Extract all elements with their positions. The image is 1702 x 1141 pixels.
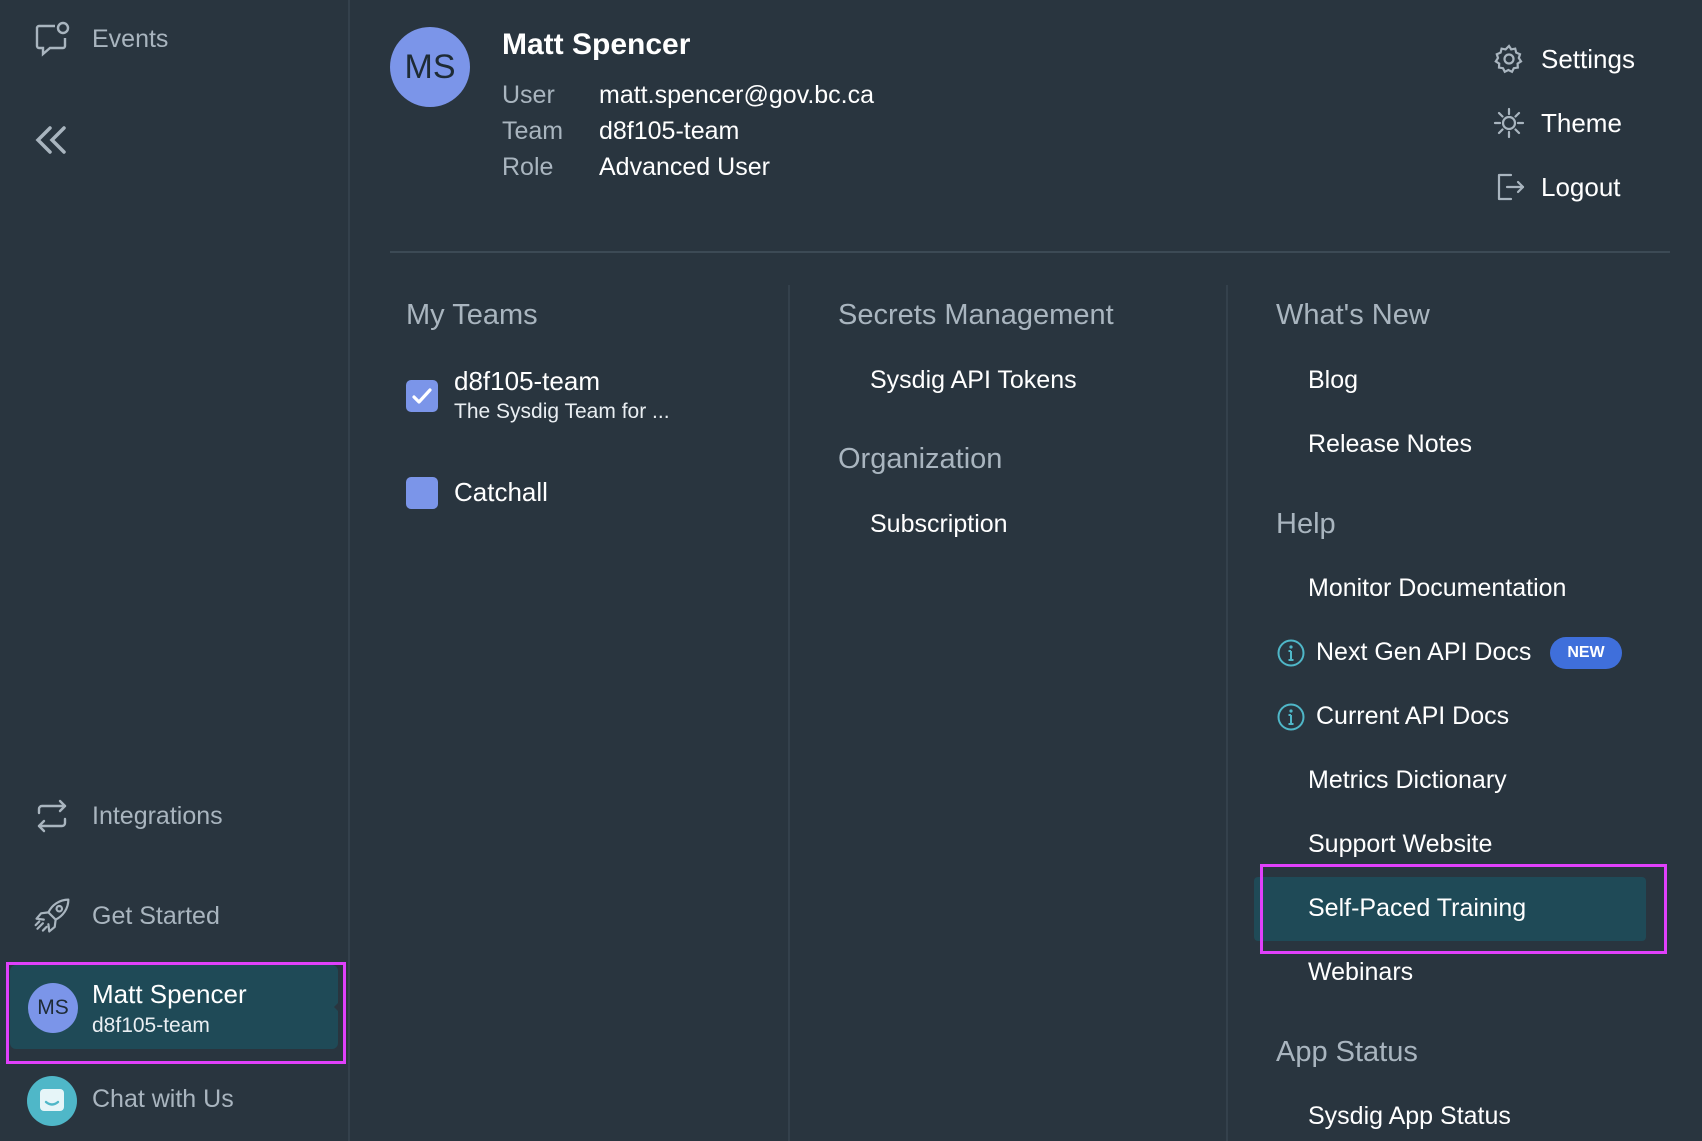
nav-events[interactable]: Events <box>0 9 340 69</box>
secrets-title: Secrets Management <box>838 299 1114 331</box>
profile-team-label: Team <box>502 117 564 145</box>
current-api-link[interactable]: Current API Docs <box>1316 702 1509 731</box>
team-checkbox[interactable] <box>406 380 438 412</box>
nav-get-started[interactable]: Get Started <box>0 886 340 946</box>
profile-avatar: MS <box>390 27 470 107</box>
profile-team-row: Team d8f105-team <box>502 117 739 146</box>
team-checkbox[interactable] <box>406 477 438 509</box>
nav-get-started-label: Get Started <box>92 901 220 930</box>
nav-integrations[interactable]: Integrations <box>0 786 340 846</box>
profile-role-row: Role Advanced User <box>502 153 770 182</box>
integrations-icon <box>32 796 72 836</box>
subscription-link[interactable]: Subscription <box>870 510 1008 539</box>
team-description: The Sysdig Team for ... <box>454 400 670 423</box>
theme-button[interactable]: Theme <box>1492 101 1622 145</box>
metrics-dictionary-link[interactable]: Metrics Dictionary <box>1308 766 1507 795</box>
my-teams-title: My Teams <box>406 299 538 331</box>
support-website-link[interactable]: Support Website <box>1308 830 1492 859</box>
new-badge: NEW <box>1550 637 1622 669</box>
profile-role-value: Advanced User <box>599 153 770 181</box>
nav-chat[interactable]: Chat with Us <box>0 1069 340 1129</box>
profile-user-value: matt.spencer@gov.bc.ca <box>599 81 875 109</box>
profile-user-label: User <box>502 81 555 109</box>
column-divider <box>1226 285 1228 1141</box>
info-icon <box>1277 639 1305 667</box>
webinars-link[interactable]: Webinars <box>1308 958 1413 987</box>
release-notes-link[interactable]: Release Notes <box>1308 430 1472 459</box>
theme-label: Theme <box>1541 107 1622 138</box>
nav-events-label: Events <box>92 24 169 53</box>
profile-role-label: Role <box>502 153 554 181</box>
help-title: Help <box>1276 508 1336 540</box>
profile-name: Matt Spencer <box>502 28 691 61</box>
settings-label: Settings <box>1541 43 1635 74</box>
whats-new-title: What's New <box>1276 299 1430 331</box>
info-icon <box>1277 703 1305 731</box>
blog-link[interactable]: Blog <box>1308 366 1358 395</box>
highlight-box-training <box>1260 864 1667 954</box>
app-status-title: App Status <box>1276 1036 1418 1068</box>
team-name[interactable]: Catchall <box>454 477 548 508</box>
sidebar: Events Integrations Get Started MS Matt … <box>0 0 350 1141</box>
gear-icon <box>1492 42 1526 76</box>
sun-icon <box>1492 106 1526 140</box>
team-name[interactable]: d8f105-team <box>454 366 600 397</box>
nav-integrations-label: Integrations <box>92 801 223 830</box>
app-status-link[interactable]: Sysdig App Status <box>1308 1102 1511 1131</box>
highlight-box-user <box>6 962 346 1064</box>
column-divider <box>788 285 790 1141</box>
api-tokens-link[interactable]: Sysdig API Tokens <box>870 366 1077 395</box>
logout-icon <box>1492 170 1526 204</box>
header-divider <box>390 251 1670 253</box>
settings-button[interactable]: Settings <box>1492 37 1635 81</box>
profile-team-value: d8f105-team <box>599 117 740 145</box>
organization-title: Organization <box>838 443 1003 475</box>
monitor-docs-link[interactable]: Monitor Documentation <box>1308 574 1566 603</box>
logout-button[interactable]: Logout <box>1492 165 1621 209</box>
nav-chat-label: Chat with Us <box>92 1084 234 1113</box>
checkmark-icon <box>412 388 432 404</box>
profile-user-row: User matt.spencer@gov.bc.ca <box>502 81 874 110</box>
rocket-icon <box>32 896 72 936</box>
collapse-sidebar-icon[interactable] <box>30 120 70 160</box>
logout-label: Logout <box>1541 171 1621 202</box>
events-icon <box>32 19 72 59</box>
next-gen-api-link[interactable]: Next Gen API Docs <box>1316 638 1531 667</box>
